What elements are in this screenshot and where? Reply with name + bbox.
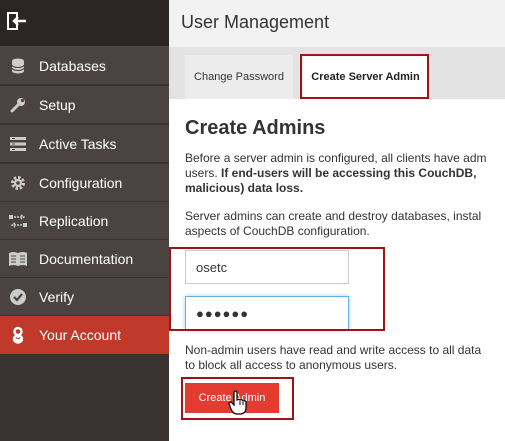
note-line: Non-admin users have read and write acce…: [185, 343, 482, 357]
sidebar-item-configuration[interactable]: Configuration: [0, 164, 169, 202]
tasks-icon: [8, 134, 28, 154]
tab-change-password[interactable]: Change Password: [185, 55, 293, 99]
sidebar-item-label: Documentation: [39, 251, 134, 267]
sidebar-item-databases[interactable]: Databases: [0, 47, 169, 85]
sidebar: Databases Setup Active Tasks Configurati…: [0, 0, 169, 441]
sidebar-item-label: Your Account: [39, 327, 121, 343]
sidebar-item-verify[interactable]: Verify: [0, 278, 169, 316]
sidebar-item-your-account[interactable]: Your Account: [0, 316, 169, 354]
wrench-icon: [8, 95, 28, 115]
intro-warning: malicious) data loss.: [185, 181, 304, 195]
sidebar-header: [0, 0, 169, 47]
sidebar-item-replication[interactable]: Replication: [0, 202, 169, 240]
sidebar-item-label: Active Tasks: [39, 136, 117, 152]
sidebar-item-label: Setup: [39, 97, 76, 113]
username-input[interactable]: osetc: [185, 250, 349, 284]
page-header: User Management: [169, 0, 505, 47]
sidebar-item-label: Verify: [39, 289, 75, 305]
check-circle-icon: [8, 287, 28, 307]
password-input[interactable]: ●●●●●●: [185, 296, 349, 330]
non-admin-note: Non-admin users have read and write acce…: [185, 343, 505, 373]
intro-line: malicious) data loss.: [185, 181, 505, 196]
user-icon: [8, 325, 28, 345]
hand-cursor-icon: [228, 390, 247, 415]
page-title: User Management: [181, 12, 330, 32]
sidebar-item-documentation[interactable]: Documentation: [0, 240, 169, 278]
gear-icon: [8, 173, 28, 193]
intro-text: Before a server admin is configured, all…: [185, 151, 505, 196]
note-line: to block all access to anonymous users.: [185, 358, 398, 372]
book-icon: [8, 249, 28, 269]
description-line: Server admins can create and destroy dat…: [185, 209, 482, 223]
sidebar-item-label: Replication: [39, 213, 109, 229]
sidebar-item-label: Databases: [39, 58, 106, 74]
tab-bar: Change Password Create Server Admin: [169, 47, 505, 99]
intro-line: users. If end-users will be accessing th…: [185, 166, 505, 181]
admin-description: Server admins can create and destroy dat…: [185, 209, 505, 239]
main-panel: User Management Change Password Create S…: [169, 0, 505, 441]
database-icon: [8, 56, 28, 76]
intro-line-text: users.: [185, 166, 222, 180]
sidebar-item-setup[interactable]: Setup: [0, 86, 169, 124]
intro-line: Before a server admin is configured, all…: [185, 151, 487, 165]
replication-icon: [8, 211, 28, 231]
collapse-sidebar-icon[interactable]: [6, 10, 28, 32]
description-line: aspects of CouchDB configuration.: [185, 224, 370, 238]
intro-warning: If end-users will be accessing this Couc…: [221, 166, 477, 180]
tab-create-server-admin[interactable]: Create Server Admin: [303, 55, 428, 99]
sidebar-item-active-tasks[interactable]: Active Tasks: [0, 125, 169, 163]
section-title: Create Admins: [185, 117, 326, 139]
sidebar-item-label: Configuration: [39, 175, 123, 191]
